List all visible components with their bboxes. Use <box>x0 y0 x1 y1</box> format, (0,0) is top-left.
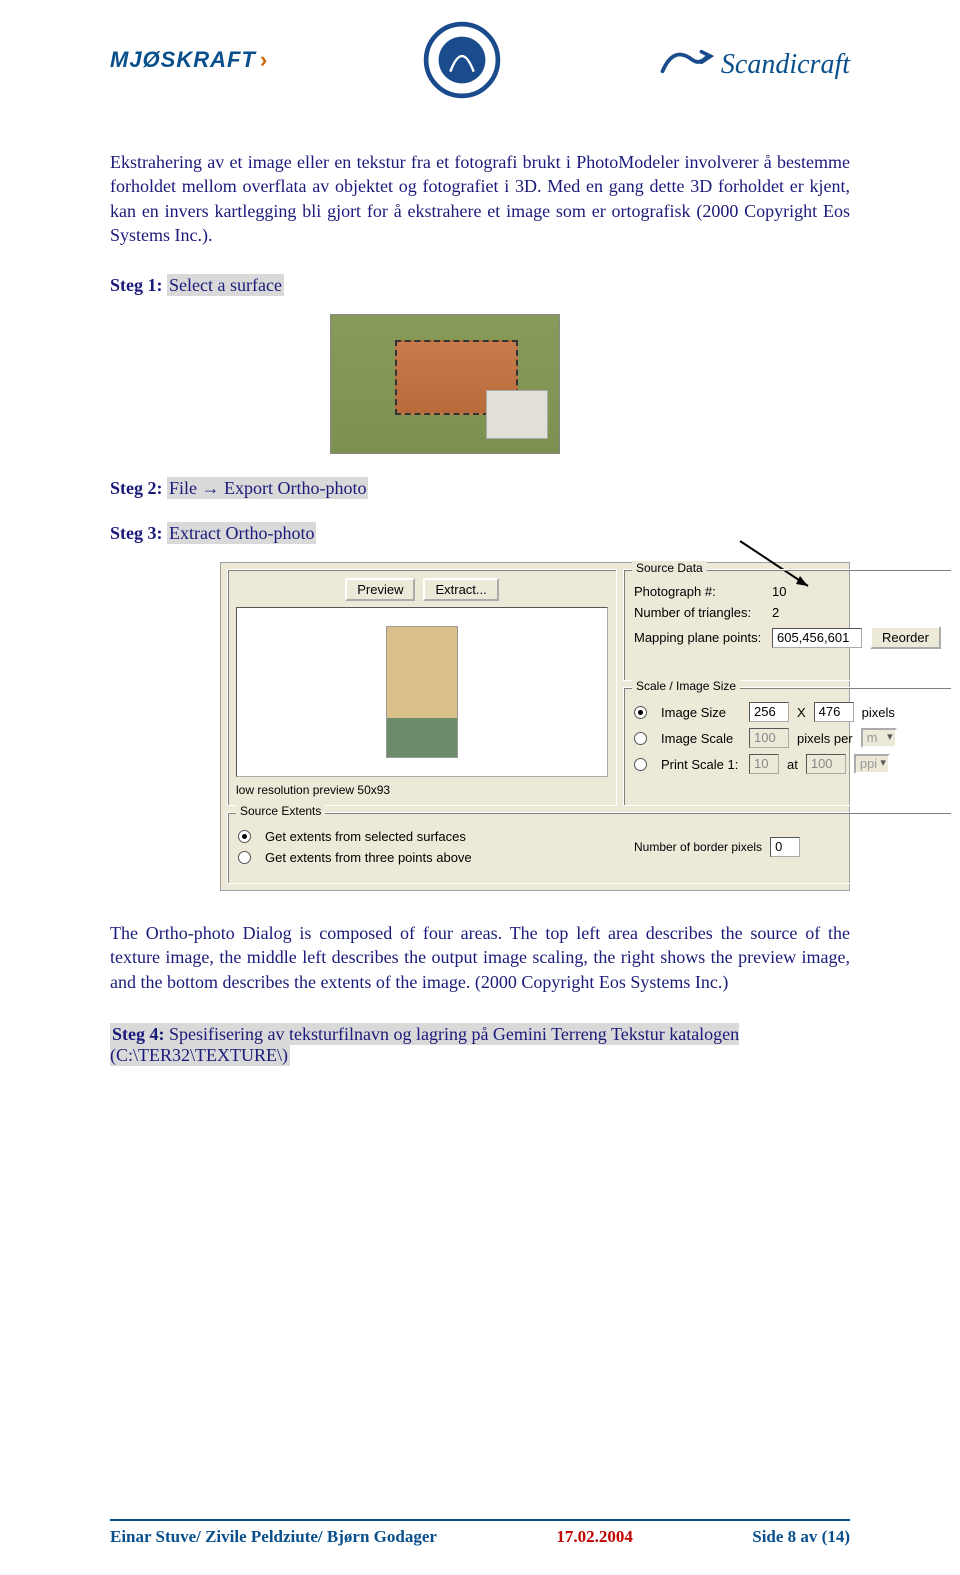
triangles-value: 2 <box>772 605 779 620</box>
border-pixels-label: Number of border pixels <box>634 840 762 854</box>
dialog-wrap: Source Data Photograph #: 10 Number of t… <box>220 562 850 891</box>
footer-page: Side 8 av (14) <box>752 1527 850 1547</box>
preview-image <box>236 607 608 777</box>
footer-authors: Einar Stuve/ Zivile Peldziute/ Bjørn God… <box>110 1527 437 1547</box>
step-1: Steg 1: Select a surface <box>110 275 850 296</box>
preview-button[interactable]: Preview <box>345 578 415 601</box>
print-unit-dropdown[interactable]: ppi <box>854 754 890 774</box>
logo-mjoskraft: MJØSKRAFT› <box>110 47 268 73</box>
x-label: X <box>797 705 806 720</box>
print-res-input[interactable]: 100 <box>806 754 846 774</box>
logo-scandicraft: Scandicraft <box>655 39 850 81</box>
step-3: Steg 3: Extract Ortho-photo <box>110 523 850 544</box>
dialog-description-paragraph: The Ortho-photo Dialog is composed of fo… <box>110 921 850 994</box>
mapping-points-label: Mapping plane points: <box>634 630 764 645</box>
step-3-text: Extract Ortho-photo <box>167 522 316 544</box>
preview-caption: low resolution preview 50x93 <box>236 783 608 797</box>
image-scale-label: Image Scale <box>661 731 741 746</box>
footer: Einar Stuve/ Zivile Peldziute/ Bjørn God… <box>110 1519 850 1547</box>
source-data-legend: Source Data <box>632 561 707 575</box>
image-size-label: Image Size <box>661 705 741 720</box>
surface-selection-image <box>330 314 560 454</box>
content: Ekstrahering av et image eller en tekstu… <box>0 110 960 1066</box>
step-1-text: Select a surface <box>167 274 284 296</box>
chevron-icon: › <box>260 47 268 72</box>
print-scale-radio[interactable] <box>634 758 647 771</box>
source-extents-group: Source Extents Get extents from selected… <box>227 812 952 884</box>
mapping-points-input[interactable]: 605,456,601 <box>772 628 862 648</box>
step-1-label: Steg 1: <box>110 275 163 295</box>
step-4: Steg 4: Spesifisering av teksturfilnavn … <box>110 1024 850 1066</box>
extents-legend: Source Extents <box>236 804 325 818</box>
image-height-input[interactable]: 476 <box>814 702 854 722</box>
photograph-value: 10 <box>772 584 786 599</box>
step-2-text: File → Export Ortho-photo <box>167 477 368 499</box>
step-4-label: Steg 4: <box>112 1024 165 1044</box>
extents-surfaces-label: Get extents from selected surfaces <box>265 829 466 844</box>
pixels-label: pixels <box>862 705 895 720</box>
step-3-label: Steg 3: <box>110 523 163 543</box>
extents-surfaces-radio[interactable] <box>238 830 251 843</box>
logo-hogskolen <box>422 20 502 100</box>
source-data-group: Source Data Photograph #: 10 Number of t… <box>623 569 952 681</box>
step-2: Steg 2: File → Export Ortho-photo <box>110 478 850 499</box>
footer-date: 17.02.2004 <box>556 1527 633 1547</box>
print-scale-input[interactable]: 10 <box>749 754 779 774</box>
image-width-input[interactable]: 256 <box>749 702 789 722</box>
preview-thumbnail <box>386 626 458 758</box>
scale-unit-dropdown[interactable]: m <box>861 728 897 748</box>
scale-group: Scale / Image Size Image Size 256 X 476 … <box>623 687 952 806</box>
reorder-button[interactable]: Reorder <box>870 626 941 649</box>
extents-points-radio[interactable] <box>238 851 251 864</box>
at-label: at <box>787 757 798 772</box>
print-scale-label: Print Scale 1: <box>661 757 741 772</box>
ortho-photo-dialog: Source Data Photograph #: 10 Number of t… <box>220 562 850 891</box>
extents-points-label: Get extents from three points above <box>265 850 472 865</box>
intro-paragraph: Ekstrahering av et image eller en tekstu… <box>110 150 850 247</box>
scale-legend: Scale / Image Size <box>632 679 740 693</box>
extract-button[interactable]: Extract... <box>423 578 498 601</box>
step-2-label: Steg 2: <box>110 478 163 498</box>
logo-right-text: Scandicraft <box>721 49 850 81</box>
header: MJØSKRAFT› Scandicraft <box>0 0 960 110</box>
image-scale-radio[interactable] <box>634 732 647 745</box>
preview-panel: Preview Extract... low resolution previe… <box>227 569 617 806</box>
image-scale-input[interactable]: 100 <box>749 728 789 748</box>
triangles-label: Number of triangles: <box>634 605 764 620</box>
pixels-per-label: pixels per <box>797 731 853 746</box>
photograph-label: Photograph #: <box>634 584 764 599</box>
logo-left-text: MJØSKRAFT <box>110 47 256 72</box>
border-pixels-input[interactable]: 0 <box>770 837 800 857</box>
image-size-radio[interactable] <box>634 706 647 719</box>
step-4-text: Spesifisering av teksturfilnavn og lagri… <box>110 1024 739 1065</box>
